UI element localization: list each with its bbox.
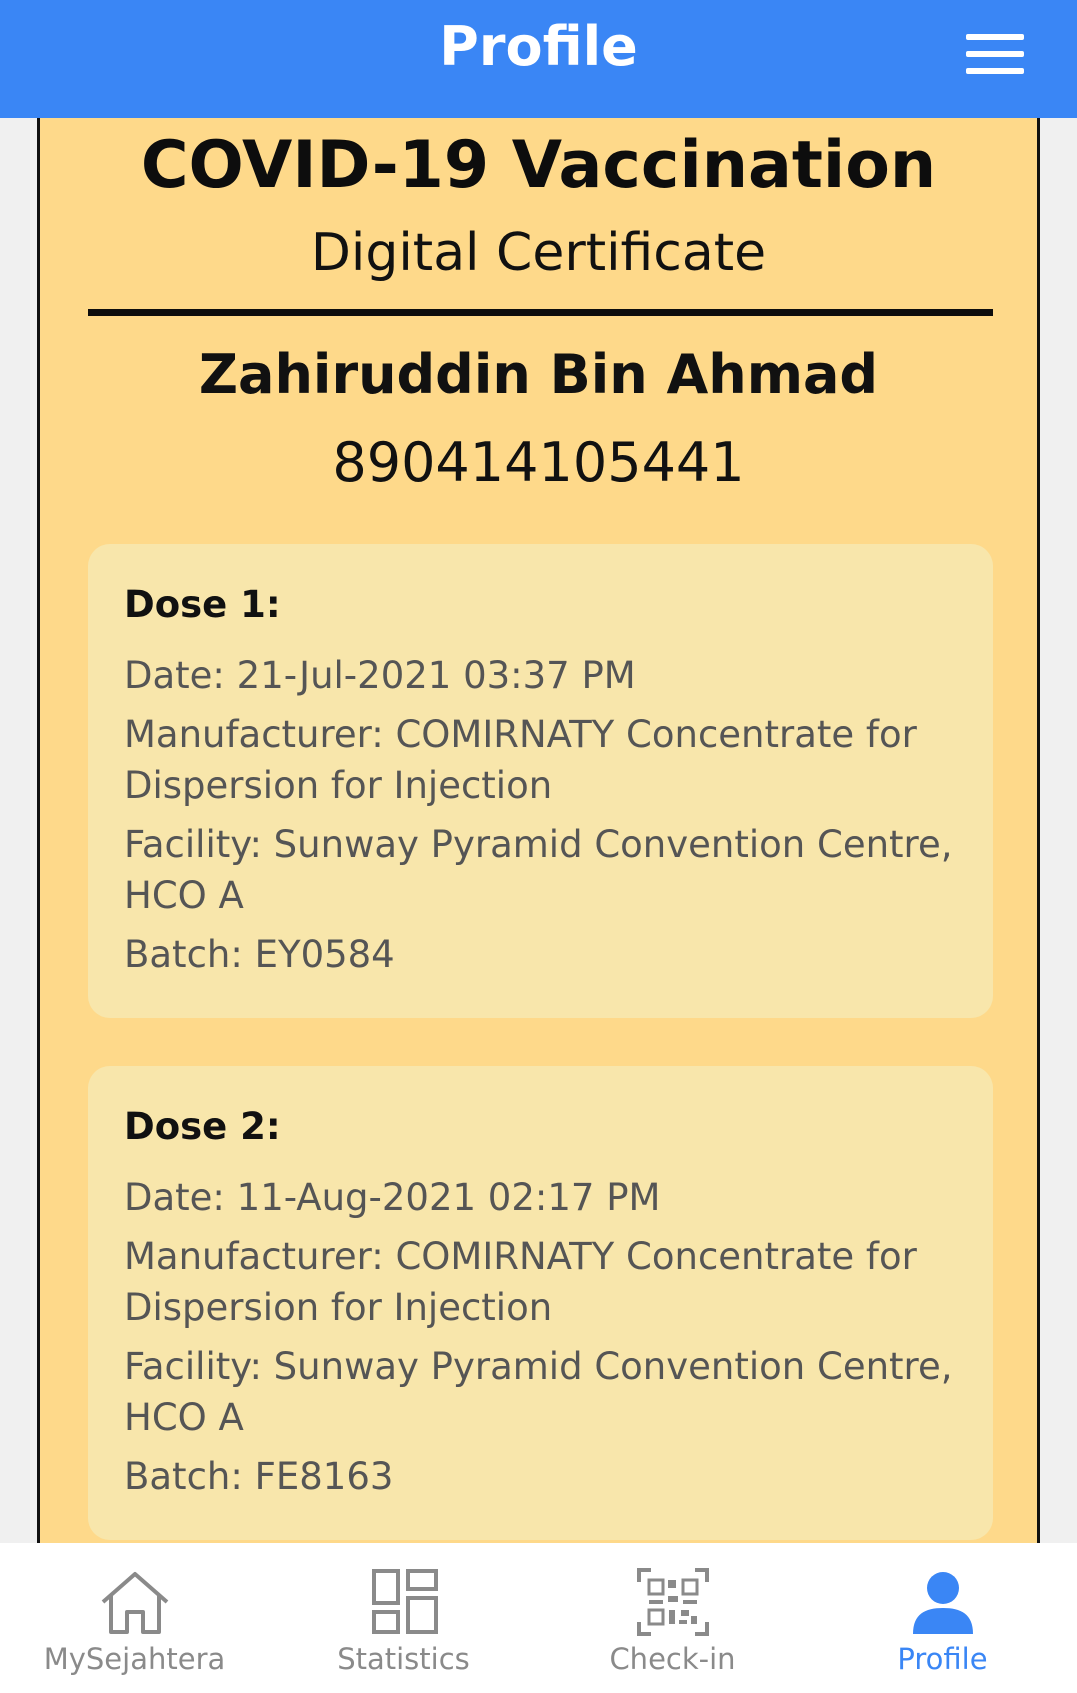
dose-batch: Batch: FE8163 bbox=[124, 1455, 394, 1498]
app-header: Profile bbox=[0, 0, 1077, 118]
home-icon bbox=[101, 1572, 168, 1634]
tab-label: Check-in bbox=[609, 1642, 736, 1676]
dose-heading: Dose 1: bbox=[124, 583, 281, 626]
qr-code-icon bbox=[636, 1568, 709, 1636]
tab-profile[interactable]: Profile bbox=[808, 1543, 1077, 1693]
dose-facility: Facility: Sunway Pyramid Convention Cent… bbox=[124, 1345, 953, 1439]
tab-label: Statistics bbox=[337, 1642, 470, 1676]
dose-card-1: Dose 1: Date: 21-Jul-2021 03:37 PM Manuf… bbox=[88, 544, 993, 1018]
holder-id-number: 890414105441 bbox=[332, 431, 745, 494]
vaccination-certificate: COVID-19 Vaccination Digital Certificate… bbox=[37, 118, 1040, 1543]
holder-name: Zahiruddin Bin Ahmad bbox=[198, 343, 879, 406]
bottom-tab-bar: MySejahtera Statistics Check-in Profile bbox=[0, 1543, 1077, 1693]
dose-date: Date: 21-Jul-2021 03:37 PM bbox=[124, 654, 636, 697]
page-title: Profile bbox=[439, 15, 638, 78]
dose-facility: Facility: Sunway Pyramid Convention Cent… bbox=[124, 823, 953, 917]
tab-statistics[interactable]: Statistics bbox=[269, 1543, 538, 1693]
grid-icon bbox=[371, 1569, 438, 1634]
dose-manufacturer: Manufacturer: COMIRNATY Concentrate for … bbox=[124, 1235, 917, 1329]
certificate-title: COVID-19 Vaccination bbox=[140, 128, 937, 203]
dose-heading: Dose 2: bbox=[124, 1105, 281, 1148]
tab-label: MySejahtera bbox=[43, 1642, 226, 1676]
dose-manufacturer: Manufacturer: COMIRNATY Concentrate for … bbox=[124, 713, 917, 807]
certificate-subtitle: Digital Certificate bbox=[310, 223, 767, 283]
dose-card-2: Dose 2: Date: 11-Aug-2021 02:17 PM Manuf… bbox=[88, 1066, 993, 1540]
dose-date: Date: 11-Aug-2021 02:17 PM bbox=[124, 1176, 661, 1219]
divider bbox=[88, 309, 993, 316]
hamburger-menu-icon[interactable] bbox=[960, 28, 1030, 80]
tab-mysejahtera[interactable]: MySejahtera bbox=[0, 1543, 269, 1693]
tab-label: Profile bbox=[897, 1642, 988, 1676]
person-icon bbox=[912, 1572, 973, 1634]
dose-batch: Batch: EY0584 bbox=[124, 933, 395, 976]
tab-check-in[interactable]: Check-in bbox=[538, 1543, 807, 1693]
